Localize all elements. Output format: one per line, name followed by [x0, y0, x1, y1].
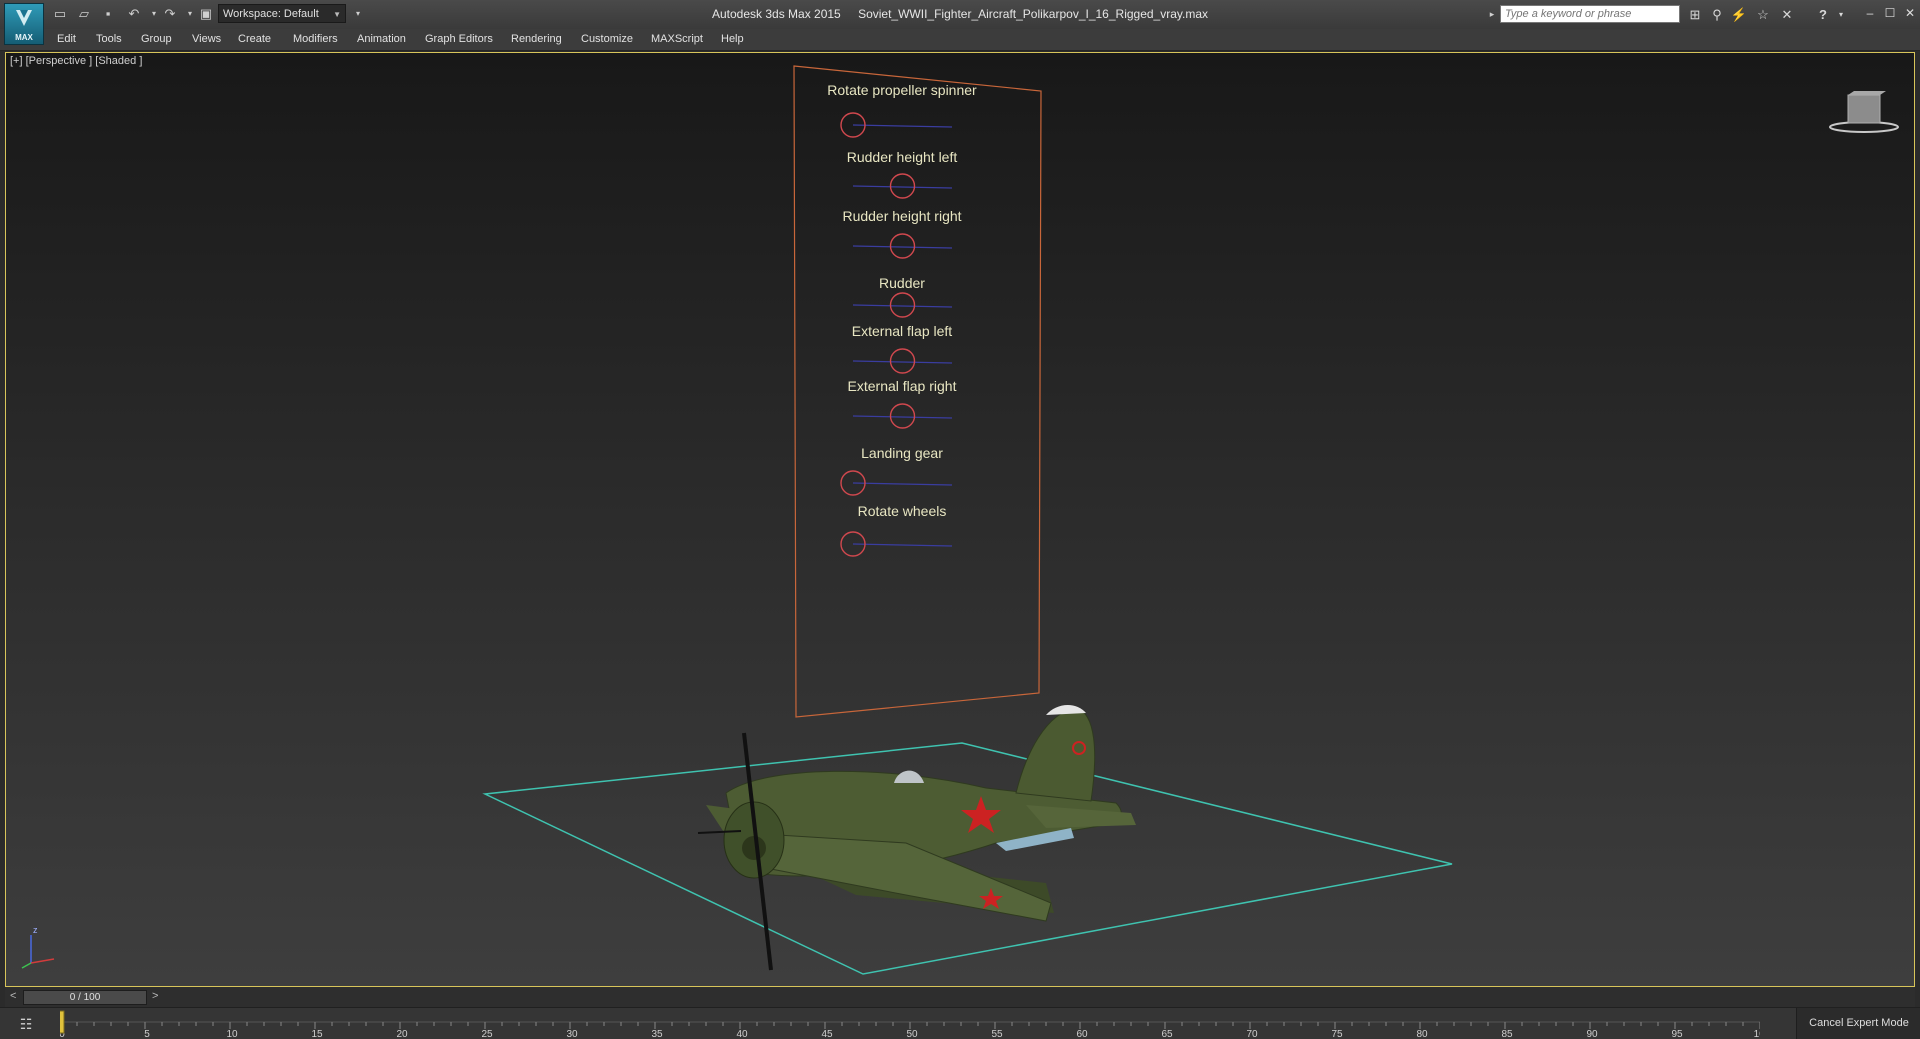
- curve-editor-icon[interactable]: ☷: [8, 1014, 44, 1034]
- timeline-ruler[interactable]: 0510152025303540455055606570758085909510…: [60, 1008, 1760, 1039]
- viewcube-cube[interactable]: [1847, 94, 1881, 124]
- subscription-key-icon[interactable]: ⚲: [1708, 6, 1726, 24]
- time-slider[interactable]: 0 / 100: [23, 990, 147, 1005]
- menu-maxscript[interactable]: MAXScript: [651, 29, 703, 50]
- undo-dropdown-icon[interactable]: ▾: [146, 6, 162, 22]
- rig-control-track[interactable]: [852, 482, 953, 486]
- new-file-icon[interactable]: ▭: [52, 6, 68, 22]
- save-file-icon[interactable]: ▪: [100, 6, 116, 22]
- rig-control-label: Rotate wheels: [858, 503, 947, 519]
- search-input[interactable]: [1500, 5, 1680, 23]
- grid-plane-outline[interactable]: [482, 742, 1453, 975]
- app-logo-text: MAX: [15, 33, 33, 42]
- rig-control-track[interactable]: [852, 415, 953, 419]
- menu-rendering[interactable]: Rendering: [511, 29, 562, 50]
- cancel-expert-mode-button[interactable]: Cancel Expert Mode: [1796, 1008, 1920, 1039]
- help-dropdown-icon[interactable]: ▾: [1832, 6, 1850, 24]
- binoculars-icon[interactable]: ⊞: [1686, 6, 1704, 24]
- title-bar: MAX ▭ ▱ ▪ ↶ ▾ ↷ ▾ ▣ Workspace: Default ▼…: [0, 0, 1920, 45]
- rig-controls: Rotate propeller spinner Rudder height le…: [827, 82, 977, 557]
- track-bar: ☷ 0 5 10 15 20 25 30 35 40 45 50 55 60 65 70 75 80 85 90 95…: [0, 1007, 1920, 1039]
- menu-group[interactable]: Group: [141, 29, 172, 50]
- menu-views[interactable]: Views: [192, 29, 221, 50]
- project-folder-icon[interactable]: ▣: [198, 6, 214, 22]
- rig-control-handle[interactable]: [889, 403, 916, 429]
- rig-control-track[interactable]: [852, 124, 953, 128]
- z-axis-label: z: [33, 925, 38, 935]
- menu-bar: Edit Tools Group Views Create Modifiers …: [0, 29, 1920, 51]
- aircraft-model[interactable]: [697, 704, 1136, 971]
- close-icon[interactable]: ✕: [1902, 5, 1918, 21]
- menu-modifiers[interactable]: Modifiers: [293, 29, 338, 50]
- rig-control-track[interactable]: [852, 245, 953, 249]
- rig-control-label: Rudder height right: [842, 208, 961, 224]
- rig-control-track[interactable]: [852, 360, 953, 364]
- menu-create[interactable]: Create: [238, 29, 271, 50]
- minimize-icon[interactable]: –: [1862, 5, 1878, 21]
- customize-toolbar-icon[interactable]: ▾: [350, 6, 366, 22]
- viewcube-top-face[interactable]: [1848, 91, 1886, 95]
- menu-graph-editors[interactable]: Graph Editors: [425, 29, 493, 50]
- perspective-viewport[interactable]: [+] [Perspective ] [Shaded ] Rotate prop…: [5, 52, 1915, 987]
- undo-icon[interactable]: ↶: [126, 6, 142, 22]
- aircraft-spinner: [742, 836, 766, 860]
- rig-control-track[interactable]: [852, 304, 953, 308]
- viewport-scene: Rotate propeller spinner Rudder height le…: [21, 65, 1453, 975]
- application-menu-button[interactable]: MAX: [4, 3, 44, 45]
- x-axis-line: [30, 958, 55, 964]
- menu-help[interactable]: Help: [721, 29, 744, 50]
- workspace-selector[interactable]: Workspace: Default ▼: [218, 4, 346, 23]
- rig-control-label: External flap right: [848, 378, 957, 394]
- document-name: Soviet_WWII_Fighter_Aircraft_Polikarpov_…: [858, 7, 1209, 21]
- menu-customize[interactable]: Customize: [581, 29, 633, 50]
- rig-control-label: Rudder height left: [847, 149, 958, 165]
- menu-edit[interactable]: Edit: [57, 29, 76, 50]
- rig-control-label: Landing gear: [861, 445, 943, 461]
- product-name: Autodesk 3ds Max 2015: [711, 7, 841, 21]
- redo-dropdown-icon[interactable]: ▾: [182, 6, 198, 22]
- time-slider-bar: < 0 / 100 >: [5, 987, 1915, 1007]
- aircraft-cockpit: [894, 770, 924, 783]
- y-axis-line: [21, 962, 32, 969]
- menu-tools[interactable]: Tools: [96, 29, 122, 50]
- rig-control-handle[interactable]: [889, 348, 916, 374]
- menu-animation[interactable]: Animation: [357, 29, 406, 50]
- time-prev-button[interactable]: <: [10, 990, 16, 1002]
- favorites-star-icon[interactable]: ☆: [1754, 6, 1772, 24]
- time-next-button[interactable]: >: [152, 990, 158, 1002]
- aircraft-tail-fin: [1015, 707, 1096, 802]
- help-icon[interactable]: ?: [1814, 6, 1832, 24]
- workspace-label: Workspace: Default: [223, 8, 319, 20]
- rig-control-track[interactable]: [852, 185, 953, 189]
- viewcube[interactable]: [1828, 89, 1900, 139]
- rig-control-handle[interactable]: [889, 173, 916, 199]
- rig-control-track[interactable]: [852, 543, 953, 547]
- axis-tripod: z: [21, 925, 55, 969]
- communication-center-icon[interactable]: ⚡: [1730, 6, 1748, 24]
- open-file-icon[interactable]: ▱: [76, 6, 92, 22]
- exchange-apps-icon[interactable]: ✕: [1778, 6, 1796, 24]
- rig-control-handle[interactable]: [889, 233, 916, 259]
- rig-control-label: Rudder: [879, 275, 925, 291]
- chevron-down-icon: ▼: [333, 10, 341, 19]
- rig-control-label: External flap left: [852, 323, 952, 339]
- rig-control-handle[interactable]: [889, 292, 916, 318]
- time-marker[interactable]: [60, 1010, 65, 1034]
- search-expand-icon[interactable]: ▸: [1484, 6, 1500, 22]
- ruler-ticks: 0510152025303540455055606570758085909510…: [60, 1022, 1760, 1039]
- rig-control-label: Rotate propeller spinner: [827, 82, 977, 98]
- max-logo-icon: [16, 10, 32, 26]
- maximize-icon[interactable]: ☐: [1882, 5, 1898, 21]
- redo-icon[interactable]: ↷: [162, 6, 178, 22]
